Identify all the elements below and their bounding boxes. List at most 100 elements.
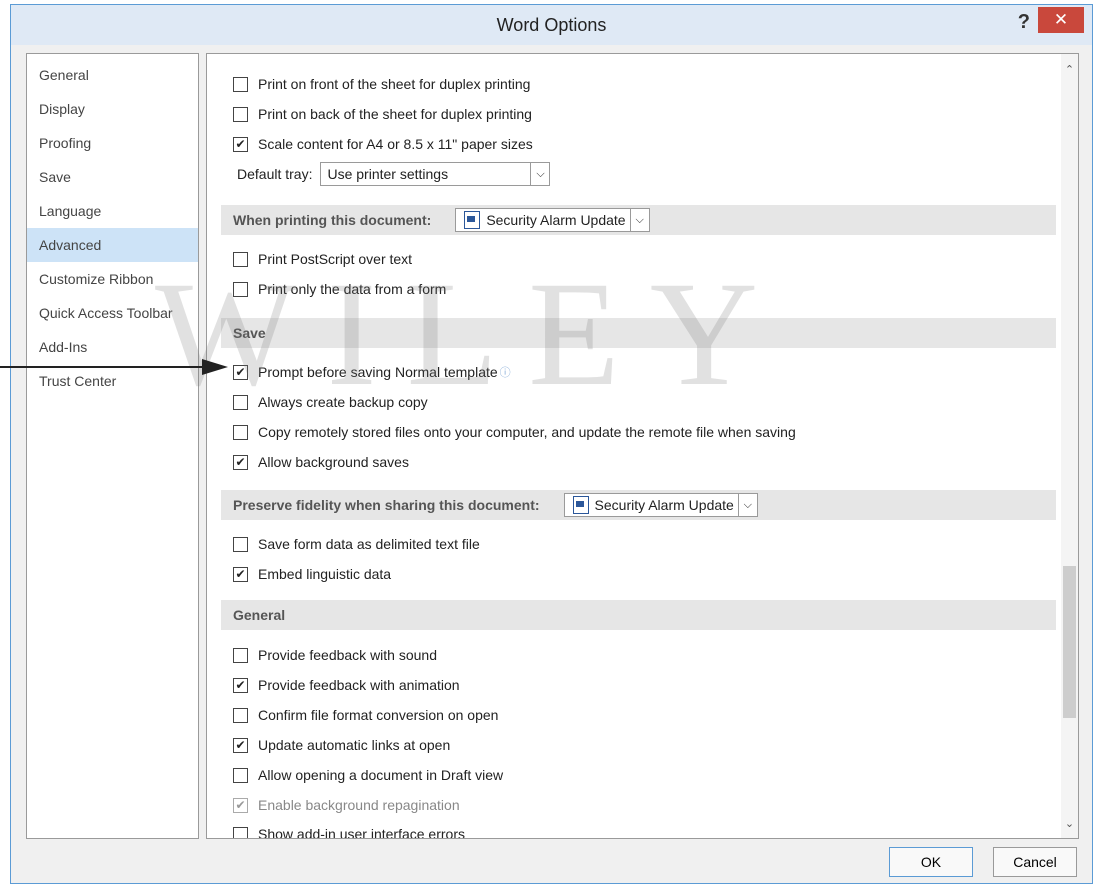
scale-content-label: Scale content for A4 or 8.5 x 11" paper … — [258, 136, 533, 152]
option-row: Show add-in user interface errors — [233, 822, 465, 839]
option-row: Save form data as delimited text file — [233, 532, 480, 556]
option-row: Print PostScript over text — [233, 247, 412, 271]
option-row: ✔ Update automatic links at open — [233, 733, 450, 757]
sidebar-item-advanced[interactable]: Advanced — [27, 228, 198, 262]
chevron-down-icon: ⌵ — [530, 163, 549, 185]
ok-button[interactable]: OK — [889, 847, 973, 877]
default-tray-label: Default tray: — [237, 166, 313, 182]
form-data-only-label: Print only the data from a form — [258, 281, 447, 297]
form-data-only-checkbox[interactable] — [233, 281, 248, 297]
option-row: Copy remotely stored files onto your com… — [233, 420, 796, 444]
help-button[interactable]: ? — [1018, 11, 1030, 34]
option-row: ✔ Provide feedback with animation — [233, 673, 460, 697]
feedback-sound-checkbox[interactable] — [233, 647, 248, 663]
dialog-title: Word Options — [496, 15, 607, 35]
update-links-checkbox[interactable]: ✔ — [233, 737, 248, 753]
option-row: Allow opening a document in Draft view — [233, 763, 503, 787]
sidebar-item-proofing[interactable]: Proofing — [27, 126, 198, 160]
document-name: Security Alarm Update — [594, 497, 734, 513]
title-bar: Word Options ? ✕ — [11, 5, 1092, 45]
sidebar-item-add-ins[interactable]: Add-Ins — [27, 330, 198, 364]
scale-content-checkbox[interactable]: ✔ — [233, 136, 248, 152]
backup-copy-label: Always create backup copy — [258, 394, 428, 410]
prompt-normal-template-label: Prompt before saving Normal template — [258, 364, 498, 380]
background-saves-checkbox[interactable]: ✔ — [233, 454, 248, 470]
backup-copy-checkbox[interactable] — [233, 394, 248, 410]
postscript-label: Print PostScript over text — [258, 251, 413, 267]
sidebar-item-trust-center[interactable]: Trust Center — [27, 364, 198, 398]
when-printing-document-select[interactable]: Security Alarm Update ⌵ — [455, 208, 650, 232]
confirm-conversion-label: Confirm file format conversion on open — [258, 707, 499, 723]
section-when-printing: When printing this document: Security Al… — [221, 205, 1056, 235]
confirm-conversion-checkbox[interactable] — [233, 707, 248, 723]
close-button[interactable]: ✕ — [1038, 7, 1084, 33]
option-row: ✔ Prompt before saving Normal template ⓘ — [233, 360, 511, 384]
option-row: Confirm file format conversion on open — [233, 703, 498, 727]
front-duplex-checkbox[interactable] — [233, 76, 248, 92]
chevron-down-icon: ⌵ — [737, 494, 757, 516]
chevron-down-icon: ⌵ — [629, 209, 649, 231]
option-row: ✔ Enable background repagination — [233, 793, 460, 817]
sidebar-item-quick-access-toolbar[interactable]: Quick Access Toolbar — [27, 296, 198, 330]
background-repagination-checkbox: ✔ — [233, 797, 248, 813]
copy-remote-checkbox[interactable] — [233, 424, 248, 440]
default-tray-row: Default tray: Use printer settings ⌵ — [237, 162, 551, 186]
feedback-sound-label: Provide feedback with sound — [258, 647, 437, 663]
feedback-animation-checkbox[interactable]: ✔ — [233, 677, 248, 693]
addin-errors-checkbox[interactable] — [233, 826, 248, 838]
form-delimited-checkbox[interactable] — [233, 536, 248, 552]
section-preserve-fidelity: Preserve fidelity when sharing this docu… — [221, 490, 1056, 520]
prompt-normal-template-checkbox[interactable]: ✔ — [233, 364, 248, 380]
background-repagination-label: Enable background repagination — [258, 797, 460, 813]
copy-remote-label: Copy remotely stored files onto your com… — [258, 424, 796, 440]
options-sidebar: General Display Proofing Save Language A… — [26, 53, 199, 839]
update-links-label: Update automatic links at open — [258, 737, 451, 753]
sidebar-item-save[interactable]: Save — [27, 160, 198, 194]
front-duplex-label: Print on front of the sheet for duplex p… — [258, 76, 531, 92]
word-document-icon — [572, 496, 589, 514]
scrollbar-thumb[interactable] — [1063, 566, 1076, 718]
draft-view-checkbox[interactable] — [233, 767, 248, 783]
embed-linguistic-label: Embed linguistic data — [258, 566, 392, 582]
sidebar-item-general[interactable]: General — [27, 58, 198, 92]
addin-errors-label: Show add-in user interface errors — [258, 826, 465, 839]
scroll-down-icon[interactable]: ⌄ — [1061, 814, 1078, 834]
document-name: Security Alarm Update — [486, 212, 626, 228]
sidebar-item-display[interactable]: Display — [27, 92, 198, 126]
section-header: Preserve fidelity when sharing this docu… — [233, 497, 540, 513]
callout-arrow-head — [202, 359, 228, 375]
option-row: Provide feedback with sound — [233, 643, 437, 667]
feedback-animation-label: Provide feedback with animation — [258, 677, 460, 693]
back-duplex-checkbox[interactable] — [233, 106, 248, 122]
background-saves-label: Allow background saves — [258, 454, 409, 470]
postscript-checkbox[interactable] — [233, 251, 248, 267]
preserve-document-select[interactable]: Security Alarm Update ⌵ — [563, 493, 758, 517]
sidebar-item-customize-ribbon[interactable]: Customize Ribbon — [27, 262, 198, 296]
word-options-dialog: Word Options ? ✕ General Display Proofin… — [10, 4, 1093, 884]
section-save: Save — [221, 318, 1056, 348]
option-row: Print on front of the sheet for duplex p… — [233, 72, 530, 96]
info-icon: ⓘ — [499, 367, 511, 379]
section-header: General — [233, 607, 286, 623]
default-tray-select[interactable]: Use printer settings ⌵ — [320, 162, 551, 186]
option-row: Print only the data from a form — [233, 277, 446, 301]
option-row: ✔ Scale content for A4 or 8.5 x 11" paper… — [233, 132, 533, 156]
vertical-scrollbar[interactable]: ⌃ ⌄ — [1061, 54, 1078, 838]
default-tray-value: Use printer settings — [327, 166, 449, 182]
section-general: General — [221, 600, 1056, 630]
advanced-options-panel: Print on front of the sheet for duplex p… — [206, 53, 1079, 839]
form-delimited-label: Save form data as delimited text file — [258, 536, 480, 552]
callout-arrow-line — [0, 366, 206, 368]
back-duplex-label: Print on back of the sheet for duplex pr… — [258, 106, 532, 122]
option-row: ✔ Embed linguistic data — [233, 562, 391, 586]
embed-linguistic-checkbox[interactable]: ✔ — [233, 566, 248, 582]
section-header: Save — [233, 325, 266, 341]
scroll-up-icon[interactable]: ⌃ — [1061, 60, 1078, 80]
cancel-button[interactable]: Cancel — [993, 847, 1077, 877]
option-row: ✔ Allow background saves — [233, 450, 409, 474]
section-header: When printing this document: — [233, 212, 432, 228]
option-row: Print on back of the sheet for duplex pr… — [233, 102, 532, 126]
word-document-icon — [464, 211, 481, 229]
option-row: Always create backup copy — [233, 390, 428, 414]
sidebar-item-language[interactable]: Language — [27, 194, 198, 228]
